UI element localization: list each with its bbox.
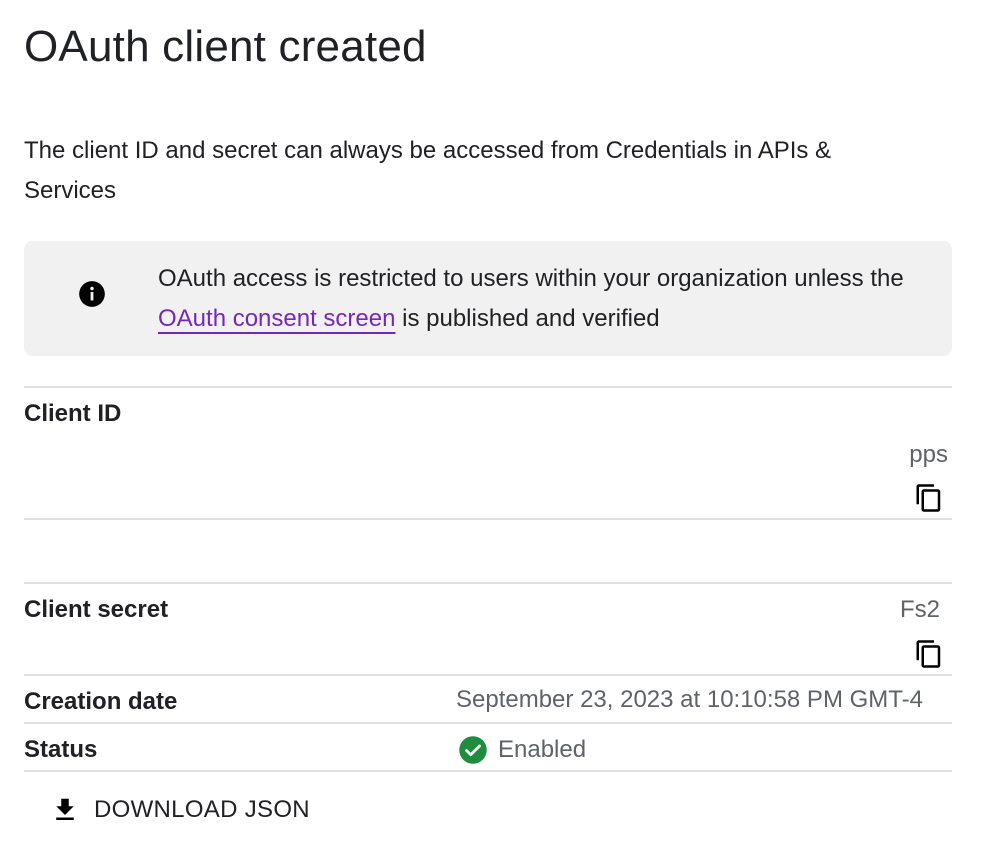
copy-client-secret-button[interactable] <box>912 637 946 671</box>
divider <box>24 770 952 772</box>
info-icon <box>78 280 106 308</box>
copy-client-id-button[interactable] <box>912 481 946 515</box>
client-secret-value: Fs2 <box>899 596 940 623</box>
divider <box>24 386 952 388</box>
status-value: Enabled <box>458 735 586 765</box>
banner-text-after: is published and verified <box>395 305 660 332</box>
status-text: Enabled <box>498 736 587 763</box>
creation-date-label: Creation date <box>24 688 178 715</box>
download-icon <box>56 798 74 820</box>
oauth-consent-screen-link[interactable]: OAuth consent screen <box>158 305 395 332</box>
dialog-title: OAuth client created <box>24 22 427 71</box>
client-id-label: Client ID <box>24 400 122 427</box>
client-id-value: pps <box>909 441 948 468</box>
copy-icon <box>916 640 941 668</box>
download-json-label: DOWNLOAD JSON <box>94 796 310 823</box>
divider <box>24 518 952 520</box>
divider <box>24 674 952 676</box>
client-secret-label: Client secret <box>24 596 169 623</box>
check-circle-icon <box>459 736 487 764</box>
copy-icon <box>916 484 941 512</box>
info-banner-text: OAuth access is restricted to users with… <box>158 259 918 339</box>
dialog-subtitle: The client ID and secret can always be a… <box>24 137 832 204</box>
divider <box>24 722 952 724</box>
download-json-button[interactable]: DOWNLOAD JSON <box>50 790 310 830</box>
banner-text-before: OAuth access is restricted to users with… <box>158 265 904 292</box>
creation-date-value: September 23, 2023 at 10:10:58 PM GMT-4 <box>456 686 923 713</box>
divider <box>24 582 952 584</box>
status-label: Status <box>24 736 98 763</box>
